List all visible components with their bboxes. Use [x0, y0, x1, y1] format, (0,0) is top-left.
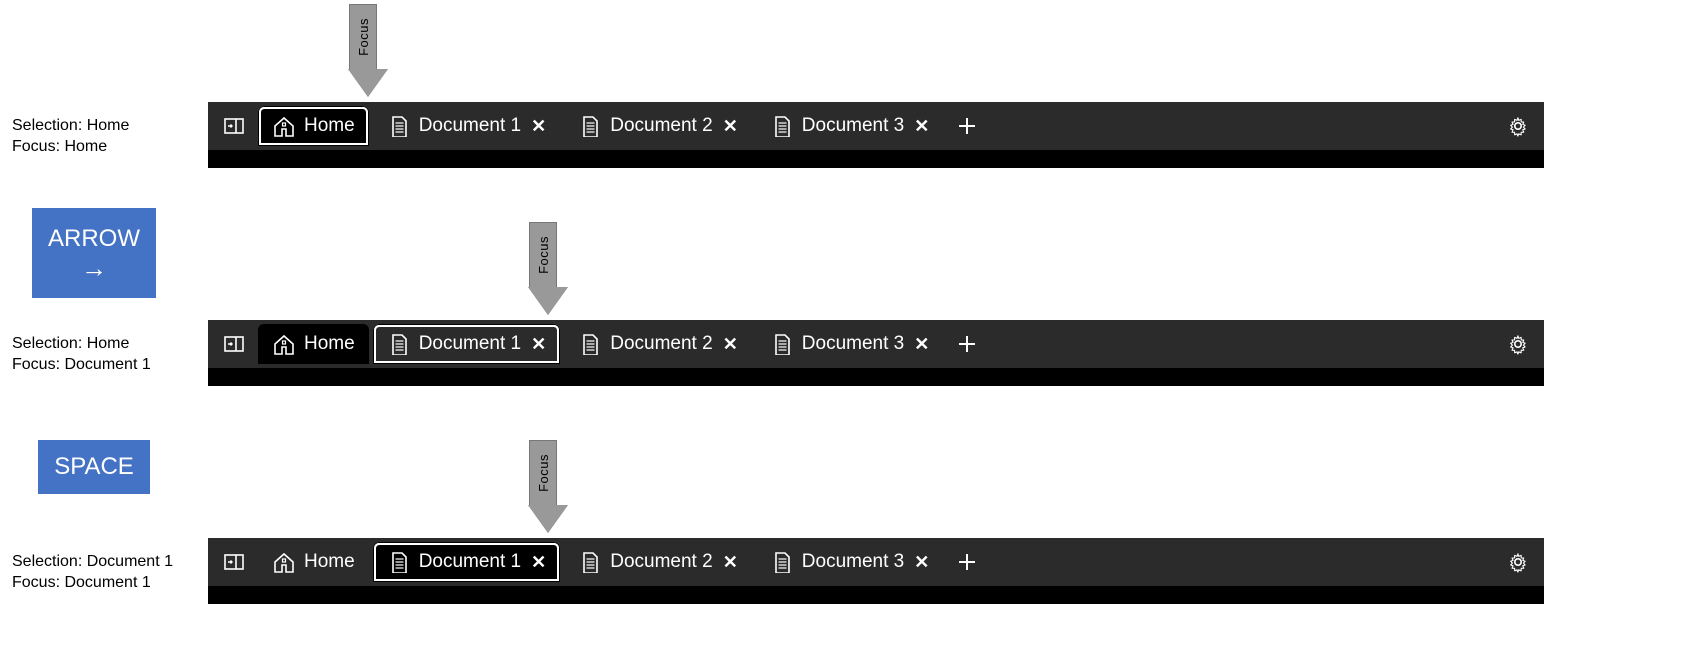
close-icon[interactable]: ✕: [914, 553, 929, 571]
tab-label: Document 1: [419, 551, 521, 573]
tab-label: Document 3: [802, 115, 904, 137]
close-icon[interactable]: ✕: [531, 553, 546, 571]
tab-label: Document 1: [419, 333, 521, 355]
tab-home[interactable]: Home: [258, 106, 369, 146]
key-badge-arrow-right: ARROW →: [32, 208, 156, 298]
tab-label: Document 2: [610, 333, 712, 355]
document-icon: [578, 115, 600, 137]
focus-indicator-arrow: Focus: [528, 440, 558, 536]
document-icon: [387, 333, 409, 355]
status-text: Selection: Document 1 Focus: Document 1: [12, 552, 173, 594]
tab-document[interactable]: Document 1 ✕: [373, 106, 561, 146]
gear-icon: [1506, 550, 1530, 574]
close-icon[interactable]: ✕: [531, 117, 546, 135]
close-icon[interactable]: ✕: [723, 553, 738, 571]
tab-document[interactable]: Document 3 ✕: [756, 106, 944, 146]
close-icon[interactable]: ✕: [914, 335, 929, 353]
document-icon: [387, 551, 409, 573]
tab-label: Document 2: [610, 551, 712, 573]
plus-icon: [955, 550, 979, 574]
tab-label: Document 1: [419, 115, 521, 137]
document-icon: [578, 551, 600, 573]
tab-label: Document 2: [610, 115, 712, 137]
tab-home[interactable]: Home: [258, 324, 369, 364]
tab-document[interactable]: Document 3 ✕: [756, 542, 944, 582]
add-tab-button[interactable]: [947, 106, 987, 146]
close-icon[interactable]: ✕: [723, 117, 738, 135]
tab-home[interactable]: Home: [258, 542, 369, 582]
focus-indicator-arrow: Focus: [348, 4, 378, 100]
tab-label: Home: [304, 333, 355, 355]
panel-icon: [222, 332, 246, 356]
status-text: Selection: Home Focus: Home: [12, 116, 129, 158]
close-icon[interactable]: ✕: [723, 335, 738, 353]
panel-toggle-button[interactable]: [214, 324, 254, 364]
focus-indicator-label: Focus: [356, 18, 371, 56]
tab-label: Home: [304, 551, 355, 573]
home-icon: [272, 551, 294, 573]
tab-label: Home: [304, 115, 355, 137]
focus-indicator-label: Focus: [536, 454, 551, 492]
focus-indicator-arrow: Focus: [528, 222, 558, 318]
tab-bar: Home Document 1 ✕ Document 2 ✕ Document …: [208, 102, 1544, 150]
tab-document[interactable]: Document 2 ✕: [564, 324, 752, 364]
settings-button[interactable]: [1498, 542, 1538, 582]
gear-icon: [1506, 114, 1530, 138]
home-icon: [272, 333, 294, 355]
key-label: ARROW: [48, 225, 140, 253]
tab-document[interactable]: Document 1 ✕: [373, 542, 561, 582]
tab-bar-content-strip: [208, 586, 1544, 604]
document-icon: [578, 333, 600, 355]
tab-document[interactable]: Document 2 ✕: [564, 542, 752, 582]
close-icon[interactable]: ✕: [531, 335, 546, 353]
key-label: SPACE: [54, 453, 134, 481]
add-tab-button[interactable]: [947, 324, 987, 364]
document-icon: [770, 115, 792, 137]
panel-toggle-button[interactable]: [214, 542, 254, 582]
arrow-right-icon: →: [81, 255, 107, 281]
tab-label: Document 3: [802, 551, 904, 573]
tab-bar-content-strip: [208, 150, 1544, 168]
plus-icon: [955, 332, 979, 356]
settings-button[interactable]: [1498, 106, 1538, 146]
home-icon: [272, 115, 294, 137]
tab-document[interactable]: Document 3 ✕: [756, 324, 944, 364]
panel-icon: [222, 114, 246, 138]
tab-document[interactable]: Document 1 ✕: [373, 324, 561, 364]
gear-icon: [1506, 332, 1530, 356]
tab-bar: Home Document 1 ✕ Document 2 ✕ Document …: [208, 538, 1544, 586]
settings-button[interactable]: [1498, 324, 1538, 364]
document-icon: [387, 115, 409, 137]
close-icon[interactable]: ✕: [914, 117, 929, 135]
focus-indicator-label: Focus: [536, 236, 551, 274]
tab-label: Document 3: [802, 333, 904, 355]
panel-toggle-button[interactable]: [214, 106, 254, 146]
panel-icon: [222, 550, 246, 574]
plus-icon: [955, 114, 979, 138]
tab-document[interactable]: Document 2 ✕: [564, 106, 752, 146]
add-tab-button[interactable]: [947, 542, 987, 582]
document-icon: [770, 551, 792, 573]
tab-bar-content-strip: [208, 368, 1544, 386]
tab-bar: Home Document 1 ✕ Document 2 ✕ Document …: [208, 320, 1544, 368]
key-badge-space: SPACE: [38, 440, 150, 494]
document-icon: [770, 333, 792, 355]
status-text: Selection: Home Focus: Document 1: [12, 334, 151, 376]
